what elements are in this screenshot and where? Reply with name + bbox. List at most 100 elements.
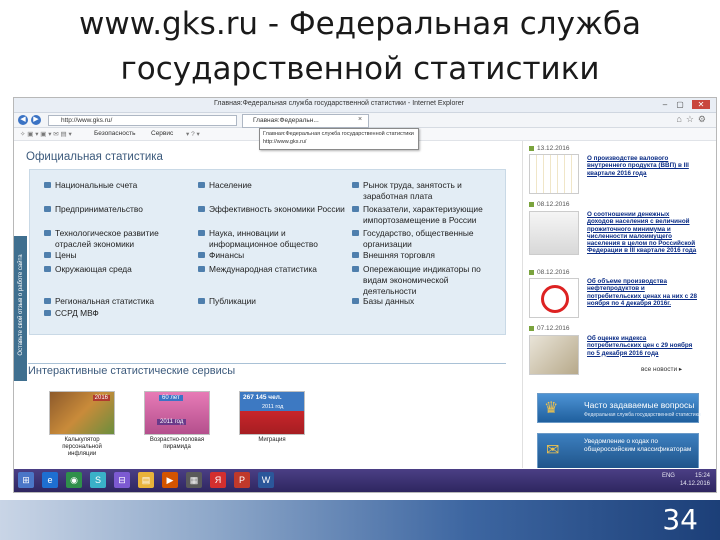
classifier-banner[interactable]: ✉ Уведомление о кодах по общероссийским …: [537, 433, 699, 468]
stat-link[interactable]: Рынок труда, занятость и заработная плат…: [352, 180, 503, 202]
command-icons[interactable]: ✧ ▣ ▾ ▣ ▾ ✉ ▤ ▾: [20, 130, 72, 138]
ie-icon[interactable]: e: [42, 472, 58, 488]
window-title: Главная:Федеральная служба государственн…: [214, 100, 464, 107]
folder-icon: [198, 298, 205, 304]
folder-icon: [198, 206, 205, 212]
tab-close-icon[interactable]: ×: [358, 116, 362, 123]
browser-screenshot: Главная:Федеральная служба государственн…: [13, 97, 717, 493]
folder-icon: [44, 230, 51, 236]
system-tray[interactable]: ENG 15:24 14.12.2016: [662, 472, 710, 488]
faq-banner-subtitle: Федеральная служба государственной стати…: [584, 412, 701, 418]
news-link[interactable]: Об объеме производства нефтепродуктов и …: [587, 278, 697, 307]
emblem-icon: ♛: [544, 400, 559, 417]
folder-icon[interactable]: ▤: [138, 472, 154, 488]
tab-tooltip: Главная:Федеральная служба государственн…: [259, 128, 419, 150]
migration-count: 267 145 чел.: [243, 394, 282, 401]
migration-image: 267 145 чел. 2011 год: [239, 391, 305, 435]
fuel-sign-icon: [529, 278, 579, 318]
help-icon[interactable]: ▾ ? ▾: [186, 130, 200, 138]
service-age-pyramid[interactable]: 60 лет 2011 год Возрастно-половая пирами…: [143, 391, 211, 451]
media-player-icon[interactable]: ▶: [162, 472, 178, 488]
stat-link[interactable]: Эффективность экономики России: [198, 204, 359, 215]
folder-icon: [44, 206, 51, 212]
news-link[interactable]: О производстве валового внутреннего прод…: [587, 155, 697, 177]
stat-link[interactable]: Публикации: [198, 296, 354, 307]
year-badge: 2011 год: [157, 419, 187, 425]
stat-link[interactable]: Внешняя торговля: [352, 250, 503, 261]
official-stats-title: Официальная статистика: [26, 151, 163, 163]
slide-title: www.gks.ru - Федеральная служба государс…: [0, 2, 720, 92]
back-icon[interactable]: ◀: [18, 115, 28, 125]
stat-link[interactable]: ССРД МВФ: [44, 308, 195, 319]
date-marker-icon: [529, 270, 534, 275]
stat-link[interactable]: Показатели, характеризующие импортозамещ…: [352, 204, 503, 226]
folder-icon: [44, 266, 51, 272]
start-icon[interactable]: ⊞: [18, 472, 34, 488]
service-menu[interactable]: Сервис: [151, 130, 173, 137]
news-calculator-thumbnail: [529, 335, 579, 375]
folder-icon: [198, 182, 205, 188]
service-migration[interactable]: 267 145 чел. 2011 год Миграция: [238, 391, 306, 444]
news-date: 13.12.2016: [529, 145, 570, 152]
forward-icon[interactable]: ▶: [31, 115, 41, 125]
minimize-button[interactable]: –: [659, 100, 671, 109]
stat-link[interactable]: Технологическое развитие отраслей эконом…: [44, 228, 185, 250]
stat-link[interactable]: Окружающая среда: [44, 264, 195, 275]
stat-link[interactable]: Базы данных: [352, 296, 503, 307]
year-badge: 2016: [92, 395, 110, 401]
windows-store-icon[interactable]: ⊟: [114, 472, 130, 488]
interactive-services-title: Интерактивные статистические сервисы: [28, 365, 236, 377]
stat-link[interactable]: Предпринимательство: [44, 204, 195, 215]
toolbar-icons[interactable]: ⌂☆⚙: [676, 114, 710, 125]
folder-icon: [44, 310, 51, 316]
stat-link[interactable]: Международная статистика: [198, 264, 354, 275]
age-badge: 60 лет: [159, 395, 183, 401]
skype-icon[interactable]: S: [90, 472, 106, 488]
folder-icon: [352, 298, 359, 304]
date-marker-icon: [529, 326, 534, 331]
date-marker-icon: [529, 202, 534, 207]
folder-icon: [198, 252, 205, 258]
folder-icon: [44, 298, 51, 304]
word-icon[interactable]: W: [258, 472, 274, 488]
chrome-icon[interactable]: ◉: [66, 472, 82, 488]
tab-home[interactable]: Главная:Федеральн...: [242, 114, 369, 128]
faq-banner[interactable]: ♛ Часто задаваемые вопросы Федеральная с…: [537, 393, 701, 423]
stat-link[interactable]: Государство, общественные организации: [352, 228, 498, 250]
folder-icon: [352, 252, 359, 258]
news-link[interactable]: О соотношении денежных доходов населения…: [587, 211, 697, 255]
stat-link[interactable]: Население: [198, 180, 354, 191]
stat-link[interactable]: Наука, инновации и информационное общест…: [198, 228, 344, 250]
stat-link[interactable]: Финансы: [198, 250, 354, 261]
security-menu[interactable]: Безопасность: [94, 130, 135, 137]
window-titlebar: Главная:Федеральная служба государственн…: [14, 98, 716, 113]
folder-icon: [352, 206, 359, 212]
powerpoint-icon[interactable]: P: [234, 472, 250, 488]
all-news-link[interactable]: все новости ▸: [641, 365, 682, 373]
faq-banner-title: Часто задаваемые вопросы: [584, 400, 695, 410]
news-link[interactable]: Об оценке индекса потребительских цен с …: [587, 335, 697, 357]
app-icon[interactable]: ▦: [186, 472, 202, 488]
close-button[interactable]: ✕: [692, 100, 710, 109]
service-caption: Калькулятор персональной инфляции: [62, 437, 102, 457]
service-caption: Миграция: [258, 437, 286, 443]
folder-icon: [352, 182, 359, 188]
stat-link[interactable]: Региональная статистика: [44, 296, 195, 307]
folder-icon: [352, 266, 359, 272]
clock-date: 14.12.2016: [679, 481, 710, 487]
feedback-tab-label: Оставьте свой отзыв о работе сайта: [18, 254, 24, 356]
stat-link[interactable]: Опережающие индикаторы по видам экономич…: [352, 264, 503, 297]
address-input[interactable]: http://www.gks.ru/: [48, 115, 237, 126]
address-bar-row: ◀ ▶ http://www.gks.ru/ Главная:Федеральн…: [14, 113, 716, 128]
maximize-button[interactable]: ▢: [674, 100, 686, 109]
news-people-thumbnail: [529, 211, 579, 255]
yandex-icon[interactable]: Я: [210, 472, 226, 488]
feedback-tab[interactable]: Оставьте свой отзыв о работе сайта: [14, 236, 27, 381]
official-stats-panel: Национальные счета Предпринимательство Т…: [29, 169, 506, 335]
clock-time: 15:24: [694, 473, 710, 479]
stat-link[interactable]: Национальные счета: [44, 180, 195, 191]
service-inflation-calculator[interactable]: 2016 Калькулятор персональной инфляции: [48, 391, 116, 458]
stat-link[interactable]: Цены: [44, 250, 195, 261]
folder-icon: [198, 266, 205, 272]
slide-footer-bar: [0, 500, 720, 540]
